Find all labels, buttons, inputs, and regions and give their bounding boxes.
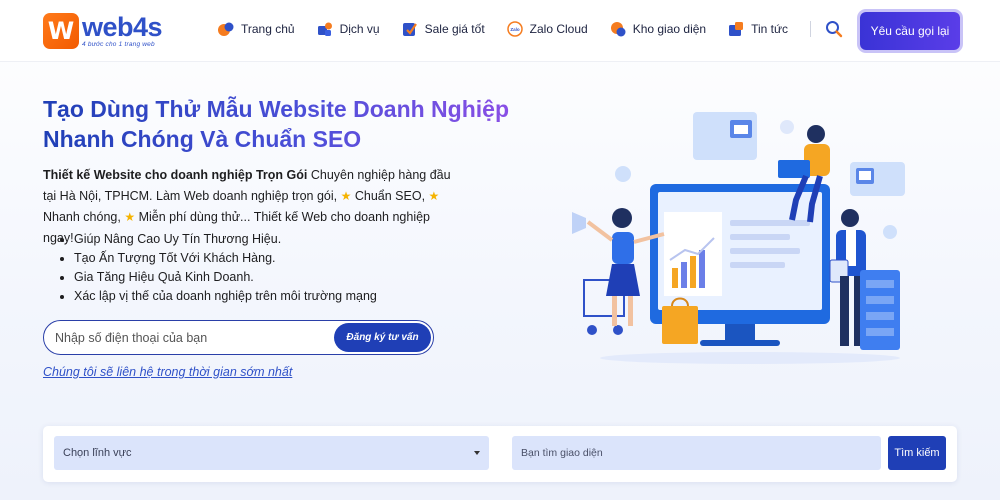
home-icon: [218, 22, 234, 36]
nav-divider: [810, 21, 812, 37]
search-button[interactable]: Tìm kiếm: [888, 436, 946, 470]
theme-store-icon: [610, 22, 626, 37]
zalo-icon: Zalo: [506, 21, 523, 37]
logo-tagline: 4 bước cho 1 trang web: [82, 40, 155, 48]
search-icon[interactable]: [825, 20, 843, 38]
theme-search-input[interactable]: [512, 436, 881, 470]
category-select[interactable]: Chọn lĩnh vực: [54, 436, 489, 470]
hero-desc-fast: Nhanh chóng,: [43, 210, 121, 224]
hero-desc-bold: Thiết kế Website cho doanh nghiệp Trọn G…: [43, 168, 308, 182]
nav-item-home[interactable]: Trang chủ: [218, 21, 295, 37]
logo-name: web4s: [82, 11, 163, 42]
chevron-down-icon: [474, 451, 480, 455]
register-consult-button[interactable]: Đăng ký tư vấn: [334, 323, 431, 352]
main-nav: Trang chủ Dịch vụ Sale giá tốt Zalo Zalo…: [218, 20, 843, 38]
list-item: Xác lập vị thế của doanh nghiệp trên môi…: [74, 287, 480, 306]
site-logo[interactable]: W web4s 4 bước cho 1 trang web: [43, 11, 163, 50]
list-item: Giúp Nâng Cao Uy Tín Thương Hiệu.: [74, 230, 480, 249]
nav-item-zalo[interactable]: Zalo Zalo Cloud: [506, 21, 588, 37]
category-select-label: Chọn lĩnh vực: [63, 447, 132, 459]
hero-title: Tạo Dùng Thử Mẫu Website Doanh Nghiệp Nh…: [43, 94, 513, 154]
nav-item-themes[interactable]: Kho giao diện: [610, 21, 706, 37]
nav-label: Zalo Cloud: [529, 22, 588, 36]
hero-illustration: [572, 112, 905, 364]
star-icon: ★: [340, 189, 352, 203]
list-item: Tạo Ấn Tượng Tốt Với Khách Hàng.: [74, 249, 480, 268]
news-icon: [729, 22, 744, 36]
nav-item-sale[interactable]: Sale giá tốt: [402, 21, 485, 37]
nav-label: Tin tức: [751, 22, 789, 36]
phone-signup-form: Đăng ký tư vấn: [43, 320, 434, 355]
request-callback-button[interactable]: Yêu cầu gọi lại: [860, 12, 960, 50]
svg-text:Zalo: Zalo: [510, 27, 520, 32]
site-header: W web4s 4 bước cho 1 trang web Trang chủ…: [0, 0, 1000, 62]
phone-input[interactable]: [44, 321, 334, 354]
nav-label: Dịch vụ: [339, 22, 380, 36]
nav-label: Trang chủ: [241, 22, 295, 36]
star-icon: ★: [428, 189, 440, 203]
star-icon: ★: [124, 210, 136, 224]
benefit-list: Giúp Nâng Cao Uy Tín Thương Hiệu. Tạo Ấn…: [60, 230, 480, 306]
theme-search-panel: Chọn lĩnh vực Tìm kiếm: [43, 426, 957, 482]
nav-item-services[interactable]: Dịch vụ: [317, 21, 380, 37]
logo-mark: W: [43, 13, 79, 49]
nav-label: Kho giao diện: [632, 22, 707, 36]
contact-note-link[interactable]: Chúng tôi sẽ liên hệ trong thời gian sớm…: [43, 365, 292, 379]
list-item: Gia Tăng Hiệu Quả Kinh Doanh.: [74, 268, 480, 287]
hero-desc-seo: Chuẩn SEO,: [351, 189, 426, 203]
nav-label: Sale giá tốt: [424, 22, 485, 36]
sale-tag-icon: [402, 23, 417, 36]
puzzle-icon: [317, 22, 332, 36]
nav-item-news[interactable]: Tin tức: [728, 21, 788, 37]
